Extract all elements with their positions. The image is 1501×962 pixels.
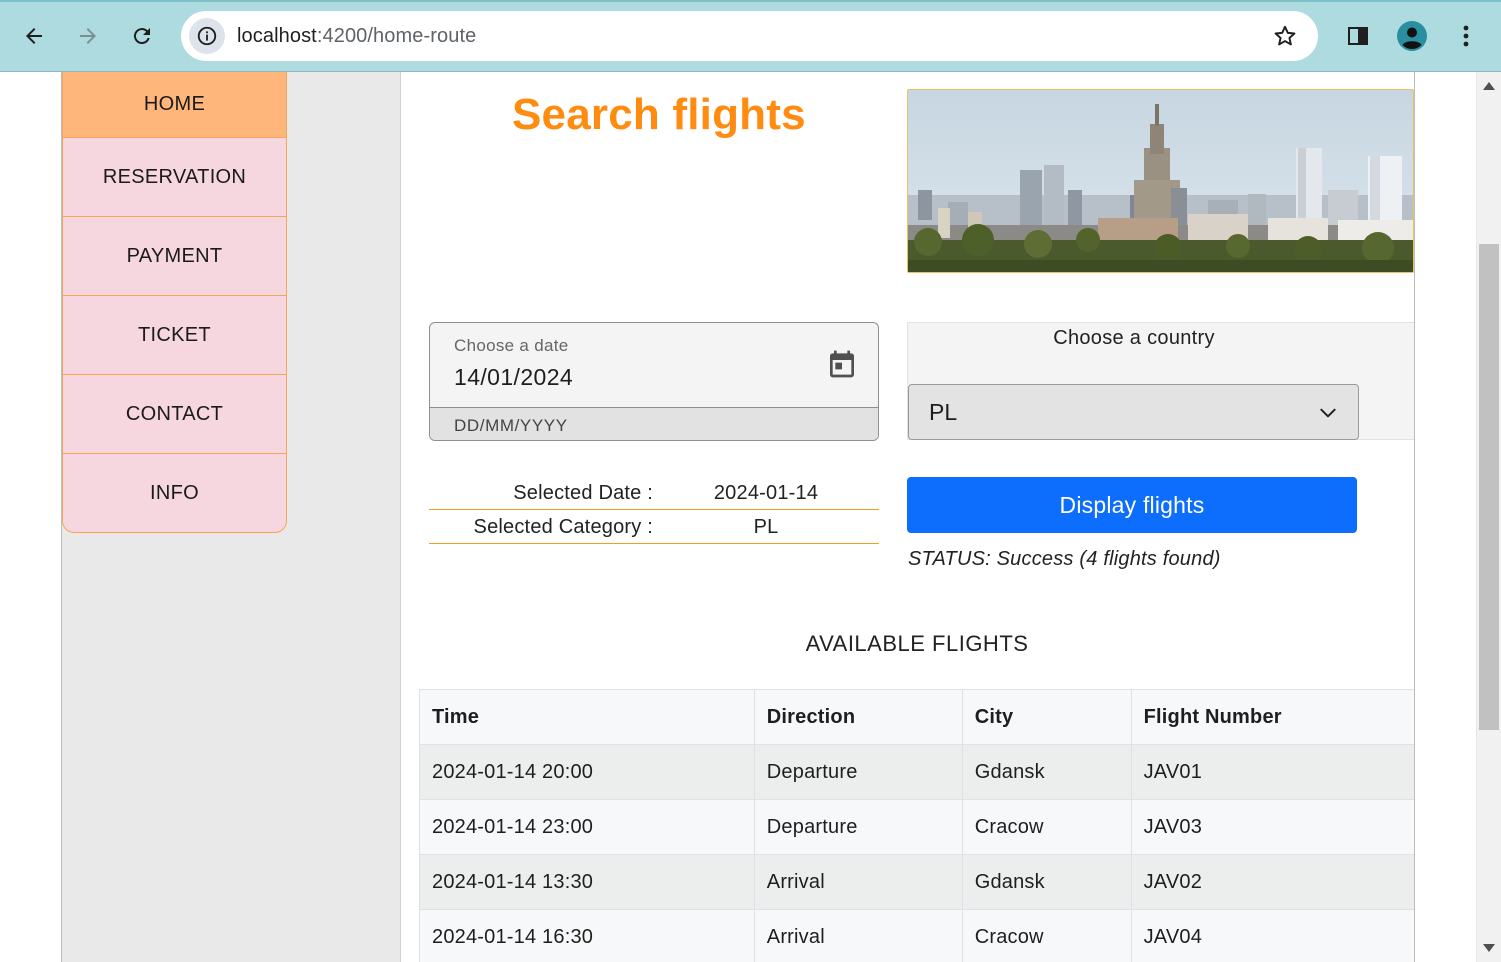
table-row: 2024-01-14 23:00 Departure Cracow JAV03	[419, 799, 1414, 855]
nav-menu: HOME RESERVATION PAYMENT TICKET CONTACT …	[62, 72, 287, 533]
table-row: 2024-01-14 13:30 Arrival Gdansk JAV02	[419, 854, 1414, 910]
browser-toolbar: localhost:4200/home-route	[0, 0, 1501, 72]
status-text: STATUS: Success (4 flights found)	[908, 548, 1221, 570]
cell-flight-number: JAV01	[1130, 744, 1414, 800]
column-header-city: City	[961, 689, 1132, 745]
country-select-value: PL	[929, 399, 958, 425]
column-header-time: Time	[419, 689, 755, 745]
country-panel: Choose a country PL	[907, 322, 1414, 440]
cell-flight-number: JAV02	[1130, 854, 1414, 910]
cell-flight-number: JAV04	[1130, 909, 1414, 962]
nav-item-reservation[interactable]: RESERVATION	[62, 138, 287, 217]
cell-flight-number: JAV03	[1130, 799, 1414, 855]
url-text: localhost:4200/home-route	[237, 25, 476, 48]
chevron-down-icon	[1320, 408, 1336, 418]
selected-category-label: Selected Category :	[473, 516, 653, 538]
avatar-icon	[1397, 21, 1427, 51]
scroll-thumb[interactable]	[1479, 244, 1499, 730]
reload-button[interactable]	[124, 18, 160, 54]
scroll-down-arrow-icon[interactable]	[1483, 944, 1495, 952]
date-picker-field[interactable]: Choose a date 14/01/2024 DD/MM/YYYY	[429, 322, 879, 441]
cell-city: Cracow	[961, 909, 1132, 962]
country-label: Choose a country	[1053, 327, 1215, 349]
arrow-right-icon	[80, 28, 96, 44]
summary-row-category: Selected Category : PL	[429, 510, 879, 544]
table-row: 2024-01-14 20:00 Departure Gdansk JAV01	[419, 744, 1414, 800]
calendar-icon[interactable]	[826, 347, 858, 381]
side-panel-button[interactable]	[1342, 20, 1374, 52]
cell-city: Gdansk	[961, 854, 1132, 910]
site-info-button[interactable]	[189, 18, 225, 54]
reload-icon	[133, 28, 150, 45]
cell-direction: Departure	[753, 744, 963, 800]
cell-direction: Departure	[753, 799, 963, 855]
info-icon	[197, 26, 217, 46]
column-header-direction: Direction	[753, 689, 963, 745]
cell-city: Cracow	[961, 799, 1132, 855]
selection-summary: Selected Date : 2024-01-14 Selected Cate…	[429, 476, 879, 544]
back-button[interactable]	[16, 18, 52, 54]
city-skyline-image	[907, 89, 1414, 273]
selected-date-value: 2024-01-14	[713, 482, 819, 504]
more-vert-icon	[1463, 25, 1469, 47]
table-header-row: Time Direction City Flight Number	[419, 689, 1414, 745]
summary-row-date: Selected Date : 2024-01-14	[429, 476, 879, 510]
table-row: 2024-01-14 16:30 Arrival Cracow JAV04	[419, 909, 1414, 962]
bookmark-star-icon[interactable]	[1272, 23, 1298, 49]
side-panel-icon	[1348, 27, 1368, 45]
date-input[interactable]: 14/01/2024	[454, 364, 573, 391]
display-flights-button[interactable]: Display flights	[907, 477, 1357, 533]
column-header-flight-number: Flight Number	[1130, 689, 1414, 745]
flights-table: Time Direction City Flight Number 2024-0…	[419, 689, 1414, 962]
cell-time: 2024-01-14 20:00	[419, 744, 755, 800]
url-host: localhost	[237, 25, 317, 47]
date-field-label: Choose a date	[454, 336, 569, 355]
page-viewport: HOME RESERVATION PAYMENT TICKET CONTACT …	[0, 72, 1476, 962]
nav-item-home[interactable]: HOME	[62, 72, 287, 138]
nav-item-contact[interactable]: CONTACT	[62, 375, 287, 454]
selected-date-label: Selected Date :	[513, 482, 653, 504]
nav-item-ticket[interactable]: TICKET	[62, 296, 287, 375]
arrow-left-icon	[26, 28, 42, 44]
date-format-hint: DD/MM/YYYY	[430, 407, 878, 440]
vertical-scrollbar[interactable]	[1476, 72, 1501, 962]
tab-strip	[0, 0, 1501, 2]
url-path: :4200/home-route	[316, 25, 477, 47]
profile-button[interactable]	[1396, 20, 1428, 52]
cell-time: 2024-01-14 16:30	[419, 909, 755, 962]
scroll-up-arrow-icon[interactable]	[1483, 82, 1495, 90]
date-hint-text: DD/MM/YYYY	[454, 416, 568, 435]
nav-item-payment[interactable]: PAYMENT	[62, 217, 287, 296]
cell-direction: Arrival	[753, 854, 963, 910]
country-select[interactable]: PL	[908, 384, 1359, 440]
address-bar[interactable]: localhost:4200/home-route	[181, 11, 1318, 61]
forward-button[interactable]	[70, 18, 106, 54]
selected-category-value: PL	[753, 516, 779, 538]
cell-time: 2024-01-14 23:00	[419, 799, 755, 855]
nav-item-info[interactable]: INFO	[62, 454, 287, 533]
skyline-illustration	[908, 90, 1413, 272]
cell-time: 2024-01-14 13:30	[419, 854, 755, 910]
page-title: Search flights	[512, 90, 806, 139]
available-flights-heading: AVAILABLE FLIGHTS	[805, 631, 1029, 656]
cell-city: Gdansk	[961, 744, 1132, 800]
browser-menu-button[interactable]	[1450, 20, 1482, 52]
cell-direction: Arrival	[753, 909, 963, 962]
